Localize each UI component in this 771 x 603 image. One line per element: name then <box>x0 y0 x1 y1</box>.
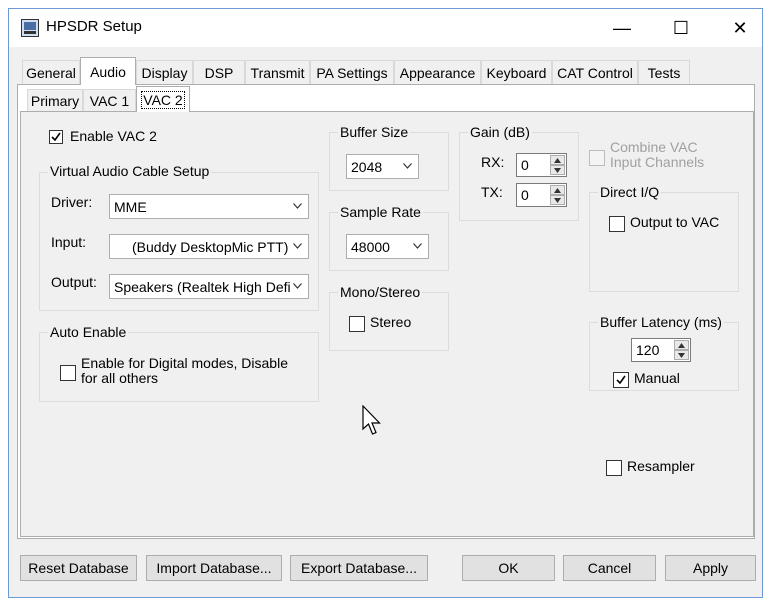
arrow-down-icon <box>554 168 561 173</box>
input-select[interactable]: (Buddy DesktopMic PTT) <box>109 234 309 259</box>
auto-enable-group-label: Auto Enable <box>48 324 129 340</box>
subtab-primary[interactable]: Primary <box>27 89 83 111</box>
chevron-down-icon <box>293 203 302 209</box>
checkmark-icon <box>616 375 626 385</box>
enable-vac2-checkbox[interactable] <box>49 130 63 144</box>
decrement-button[interactable] <box>550 165 565 175</box>
mouse-cursor-icon <box>362 405 381 435</box>
increment-button[interactable] <box>674 340 689 350</box>
stereo-checkbox[interactable] <box>349 316 365 332</box>
driver-label: Driver: <box>51 194 93 210</box>
ok-button[interactable]: OK <box>462 555 555 581</box>
chevron-down-icon <box>413 243 422 249</box>
auto-enable-checkbox[interactable] <box>60 365 76 381</box>
subtab-vac2[interactable]: VAC 2 <box>136 86 190 112</box>
tab-tests[interactable]: Tests <box>638 60 690 84</box>
enable-vac2-label: Enable VAC 2 <box>70 128 157 144</box>
buffer-latency-spinner[interactable]: 120 <box>631 338 691 362</box>
output-select[interactable]: Speakers (Realtek High Defi <box>109 274 309 299</box>
arrow-up-icon <box>554 188 561 193</box>
direct-iq-group <box>589 192 739 292</box>
tab-general[interactable]: General <box>22 60 80 84</box>
tab-keyboard[interactable]: Keyboard <box>481 60 552 84</box>
arrow-up-icon <box>678 343 685 348</box>
export-database-button[interactable]: Export Database... <box>290 555 428 581</box>
manual-latency-label: Manual <box>634 370 680 386</box>
arrow-down-icon <box>554 198 561 203</box>
minimize-button[interactable]: — <box>593 9 651 47</box>
tab-transmit[interactable]: Transmit <box>245 60 310 84</box>
combine-vac-label: Combine VAC Input Channels <box>610 139 705 170</box>
tab-audio[interactable]: Audio <box>80 57 136 85</box>
increment-button[interactable] <box>550 185 565 195</box>
manual-latency-checkbox[interactable] <box>613 372 629 388</box>
output-to-vac-label: Output to VAC <box>630 214 720 230</box>
window-title: HPSDR Setup <box>46 18 142 35</box>
auto-enable-option-label: Enable for Digital modes, Disable for al… <box>81 355 288 386</box>
rx-gain-spinner[interactable]: 0 <box>516 153 567 177</box>
apply-button[interactable]: Apply <box>665 555 756 581</box>
stereo-label: Stereo <box>370 314 412 330</box>
reset-database-button[interactable]: Reset Database <box>20 555 137 581</box>
app-icon <box>21 19 39 37</box>
arrow-up-icon <box>554 158 561 163</box>
sample-rate-select[interactable]: 48000 <box>346 234 429 259</box>
tab-display[interactable]: Display <box>136 60 193 84</box>
decrement-button[interactable] <box>674 350 689 360</box>
gain-group-label: Gain (dB) <box>468 124 532 140</box>
subtab-vac1[interactable]: VAC 1 <box>83 89 136 111</box>
buffer-size-group-label: Buffer Size <box>338 124 411 140</box>
chevron-down-icon <box>293 243 302 249</box>
mono-stereo-group-label: Mono/Stereo <box>338 284 423 300</box>
chevron-down-icon <box>403 163 412 169</box>
resampler-checkbox[interactable] <box>606 460 622 476</box>
decrement-button[interactable] <box>550 195 565 205</box>
close-button[interactable]: ✕ <box>711 9 769 47</box>
resampler-label: Resampler <box>627 458 695 474</box>
rx-gain-label: RX: <box>481 154 505 170</box>
tx-gain-spinner[interactable]: 0 <box>516 183 567 207</box>
maximize-button[interactable]: ☐ <box>652 9 710 47</box>
buffer-latency-group-label: Buffer Latency (ms) <box>598 314 724 330</box>
output-to-vac-checkbox[interactable] <box>609 216 625 232</box>
vac-setup-group-label: Virtual Audio Cable Setup <box>48 163 212 179</box>
direct-iq-group-label: Direct I/Q <box>598 184 662 200</box>
combine-vac-checkbox[interactable] <box>589 150 605 166</box>
import-database-button[interactable]: Import Database... <box>146 555 282 581</box>
checkmark-icon <box>51 132 61 142</box>
buffer-size-select[interactable]: 2048 <box>346 154 419 179</box>
output-label: Output: <box>51 274 97 290</box>
chevron-down-icon <box>293 283 302 289</box>
tx-gain-label: TX: <box>481 184 503 200</box>
cancel-button[interactable]: Cancel <box>563 555 656 581</box>
tab-dsp[interactable]: DSP <box>193 60 245 84</box>
tab-appearance[interactable]: Appearance <box>394 60 481 84</box>
tab-cat-control[interactable]: CAT Control <box>552 60 638 84</box>
driver-select[interactable]: MME <box>109 194 309 219</box>
arrow-down-icon <box>678 353 685 358</box>
increment-button[interactable] <box>550 155 565 165</box>
sample-rate-group-label: Sample Rate <box>338 204 423 220</box>
input-label: Input: <box>51 234 87 250</box>
tab-pa-settings[interactable]: PA Settings <box>310 60 394 84</box>
